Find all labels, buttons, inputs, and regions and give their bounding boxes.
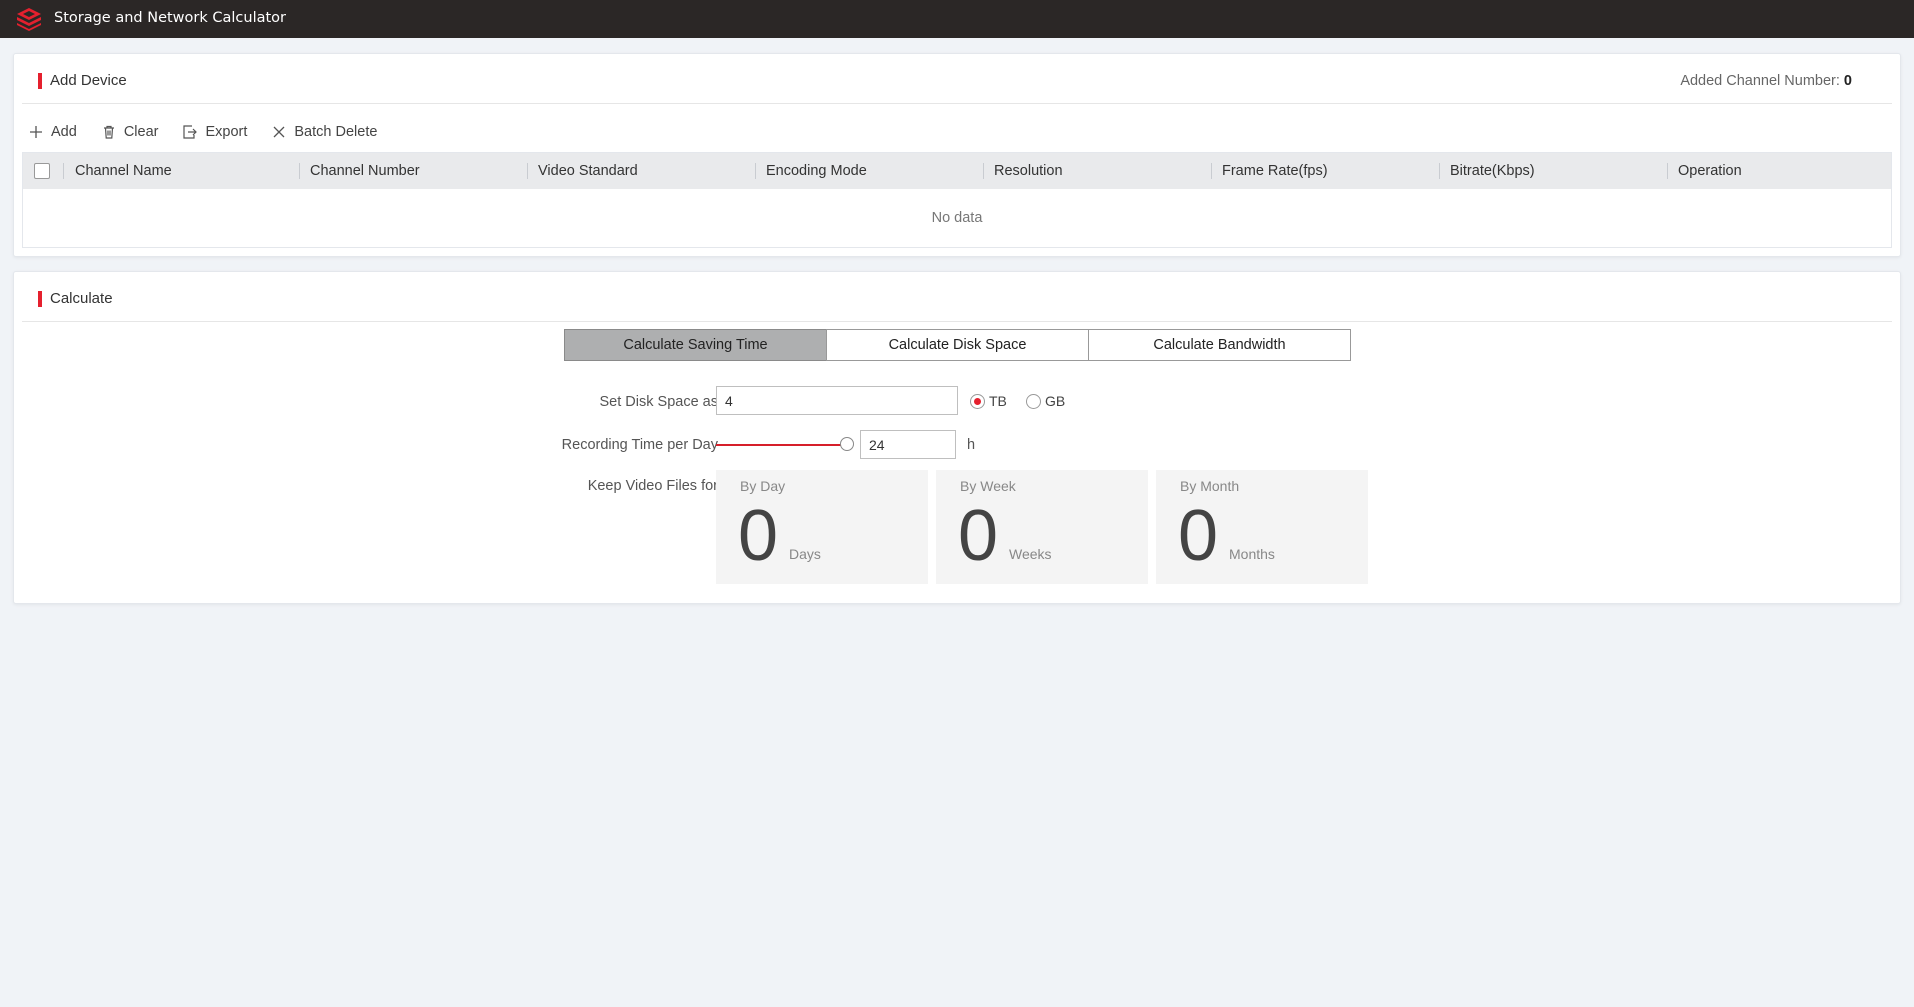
- recording-time-slider-handle[interactable]: [840, 437, 854, 451]
- by-week-value: 0: [958, 496, 999, 576]
- column-resolution[interactable]: Resolution: [994, 153, 1063, 189]
- column-separator: [527, 163, 528, 179]
- column-frame-rate[interactable]: Frame Rate(fps): [1222, 153, 1328, 189]
- select-all-checkbox[interactable]: [34, 163, 50, 179]
- result-by-month: By Month 0 Months: [1156, 470, 1368, 584]
- by-month-value: 0: [1178, 496, 1219, 576]
- column-separator: [755, 163, 756, 179]
- section-accent-bar: [38, 291, 42, 307]
- by-month-label: By Month: [1180, 478, 1240, 494]
- recording-time-slider[interactable]: [716, 444, 846, 446]
- column-channel-number[interactable]: Channel Number: [310, 153, 420, 189]
- tab-calculate-disk-space[interactable]: Calculate Disk Space: [826, 329, 1089, 361]
- column-encoding-mode[interactable]: Encoding Mode: [766, 153, 867, 189]
- unit-gb-label: GB: [1045, 393, 1066, 409]
- added-channel-label: Added Channel Number:: [1680, 73, 1840, 89]
- by-day-value: 0: [738, 496, 779, 576]
- radio-dot: [970, 393, 985, 409]
- export-button[interactable]: Export: [182, 124, 247, 140]
- calculate-tabs: Calculate Saving Time Calculate Disk Spa…: [564, 329, 1351, 361]
- column-separator: [1211, 163, 1212, 179]
- unit-tb-label: TB: [989, 393, 1007, 409]
- column-video-standard[interactable]: Video Standard: [538, 153, 638, 189]
- export-label: Export: [205, 124, 248, 140]
- added-channel-number: Added Channel Number: 0: [1680, 73, 1852, 89]
- unit-tb-radio[interactable]: TB: [970, 393, 1007, 409]
- column-separator: [1439, 163, 1440, 179]
- disk-space-input[interactable]: [716, 386, 958, 415]
- keep-video-label: Keep Video Files for: [587, 478, 718, 494]
- calculate-title: Calculate: [50, 290, 113, 307]
- add-device-title: Add Device: [50, 72, 127, 89]
- clear-button[interactable]: Clear: [101, 124, 159, 140]
- column-separator: [63, 163, 64, 179]
- hik-logo-icon: [17, 8, 41, 31]
- result-by-day: By Day 0 Days: [716, 470, 928, 584]
- add-button[interactable]: Add: [28, 124, 77, 140]
- column-bitrate[interactable]: Bitrate(Kbps): [1450, 153, 1535, 189]
- by-day-label: By Day: [740, 478, 786, 494]
- recording-time-label: Recording Time per Day: [561, 437, 718, 453]
- by-month-unit: Months: [1229, 546, 1275, 562]
- add-device-header: Add Device Added Channel Number: 0: [22, 54, 1892, 104]
- recording-time-input[interactable]: [860, 430, 956, 459]
- by-week-label: By Week: [960, 478, 1016, 494]
- empty-state-text: No data: [931, 210, 983, 226]
- table-header: Channel Name Channel Number Video Standa…: [23, 153, 1891, 189]
- by-week-unit: Weeks: [1009, 546, 1052, 562]
- export-icon: [183, 125, 198, 139]
- disk-space-label: Set Disk Space as: [599, 394, 718, 410]
- section-accent-bar: [38, 73, 42, 89]
- batch-delete-label: Batch Delete: [294, 124, 378, 140]
- trash-icon: [103, 125, 114, 139]
- column-separator: [299, 163, 300, 179]
- column-channel-name[interactable]: Channel Name: [75, 153, 172, 189]
- column-separator: [1667, 163, 1668, 179]
- batch-delete-button[interactable]: Batch Delete: [271, 124, 377, 140]
- tab-calculate-saving-time[interactable]: Calculate Saving Time: [564, 329, 827, 361]
- hours-unit-label: h: [967, 437, 976, 453]
- calculate-panel: Calculate Calculate Saving Time Calculat…: [13, 271, 1901, 604]
- column-separator: [983, 163, 984, 179]
- clear-label: Clear: [123, 124, 159, 140]
- device-table: Channel Name Channel Number Video Standa…: [22, 152, 1892, 248]
- add-label: Add: [51, 124, 77, 140]
- radio-dot: [1026, 393, 1041, 409]
- close-icon: [273, 126, 285, 138]
- column-operation[interactable]: Operation: [1678, 153, 1742, 189]
- added-channel-value: 0: [1843, 73, 1852, 89]
- title-bar: Storage and Network Calculator: [0, 0, 1914, 38]
- add-device-panel: Add Device Added Channel Number: 0 Add Cl…: [13, 53, 1901, 257]
- plus-icon: [30, 126, 42, 138]
- by-day-unit: Days: [789, 546, 821, 562]
- tab-calculate-bandwidth[interactable]: Calculate Bandwidth: [1088, 329, 1351, 361]
- calculate-header: Calculate: [22, 272, 1892, 322]
- device-toolbar: Add Clear Export Batch Delete: [28, 118, 401, 146]
- unit-gb-radio[interactable]: GB: [1026, 393, 1065, 409]
- app-title: Storage and Network Calculator: [54, 10, 287, 26]
- result-by-week: By Week 0 Weeks: [936, 470, 1148, 584]
